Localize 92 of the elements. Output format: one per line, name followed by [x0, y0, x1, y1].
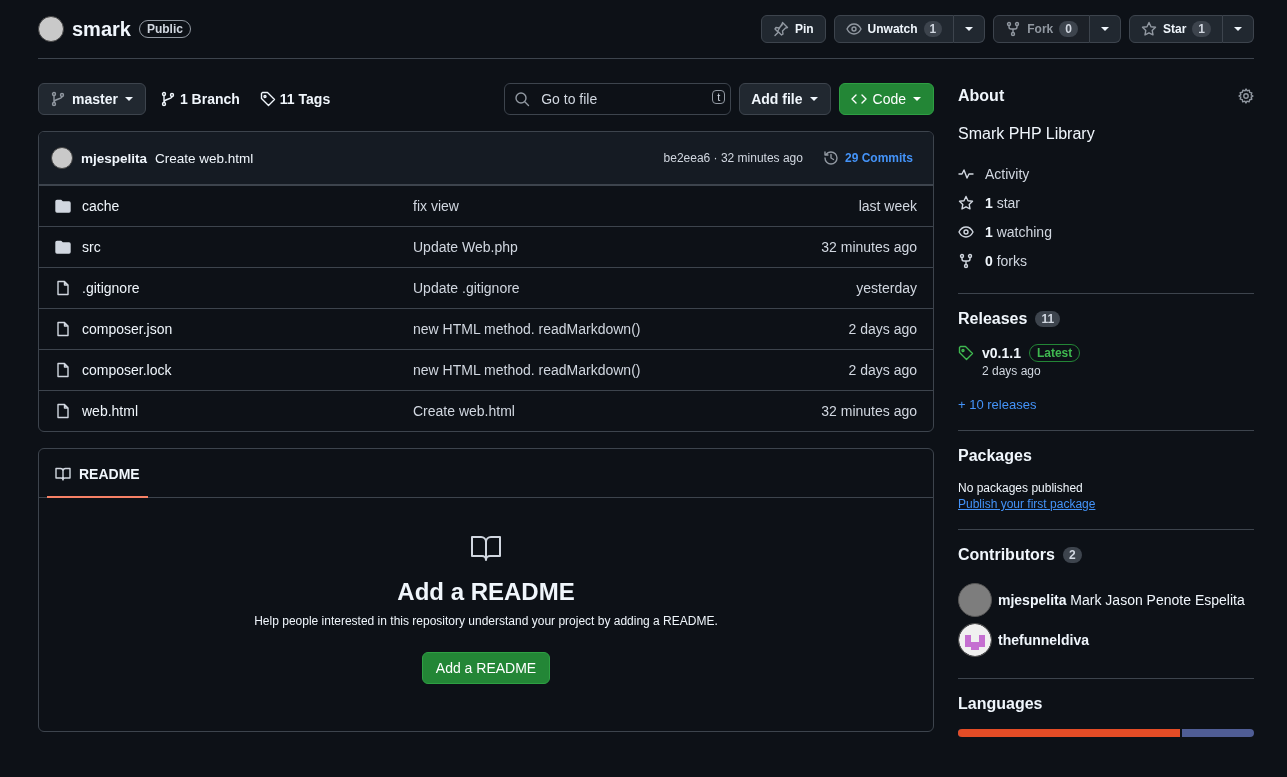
section-title: Packages — [958, 447, 1033, 465]
packages-text: No packages published — [958, 481, 1084, 495]
commit-time: last week — [858, 198, 917, 214]
avatar — [51, 147, 73, 169]
repo-name[interactable]: smark — [72, 17, 131, 41]
caret-icon — [808, 96, 819, 102]
repo-description: Smark PHP Library — [958, 125, 1096, 143]
caret-icon — [964, 26, 975, 32]
section-title: About — [958, 87, 1005, 105]
book-icon — [55, 466, 71, 482]
stat-link[interactable]: 0 forks — [985, 252, 1028, 269]
avatar — [958, 583, 992, 617]
caret-icon — [912, 96, 922, 102]
shortcut-key: t — [712, 90, 726, 104]
publish-link[interactable]: Publish your first package — [958, 497, 1096, 511]
stat-link[interactable]: Activity — [985, 165, 1030, 182]
counter: 1 — [923, 21, 943, 37]
star-icon — [1140, 21, 1157, 37]
caret-icon — [123, 96, 134, 102]
file-icon — [55, 403, 71, 419]
stat-link[interactable]: 1 star — [985, 194, 1021, 211]
star-icon — [958, 194, 974, 211]
fork-icon — [1005, 21, 1022, 37]
eye-icon — [845, 21, 862, 37]
commit-message[interactable]: fix view — [413, 198, 859, 214]
settings-icon — [1238, 88, 1254, 104]
commit-time: 32 minutes ago — [821, 403, 917, 419]
branch-icon — [50, 91, 66, 107]
release-time: 2 days ago — [982, 364, 1042, 378]
counter: 0 — [1059, 21, 1078, 37]
add-file-button[interactable]: Add file — [739, 83, 831, 115]
eye-icon — [958, 223, 974, 240]
watch-button[interactable]: Unwatch 1 — [833, 15, 955, 43]
commit-author[interactable]: mjespelita — [81, 150, 148, 166]
star-button[interactable]: Star 1 — [1128, 15, 1223, 43]
commit-time: 2 days ago — [848, 321, 917, 337]
commit-message[interactable]: new HTML method. readMarkdown() — [413, 362, 849, 378]
file-icon — [55, 280, 71, 296]
contributor-name[interactable]: thefunneldiva — [998, 632, 1089, 648]
dropdown-button[interactable] — [1089, 15, 1121, 43]
fork-icon — [958, 252, 974, 269]
caret-icon — [1099, 26, 1110, 32]
file-name[interactable]: .gitignore — [82, 280, 140, 296]
readme-text: Help people interested in this repository understand your project by adding a README. — [254, 614, 718, 628]
readme-title: Add a README — [397, 578, 575, 606]
avatar — [958, 623, 992, 657]
section-title: Releases — [958, 310, 1028, 328]
release-tag[interactable]: v0.1.1 — [982, 345, 1021, 361]
file-name[interactable]: cache — [82, 198, 120, 214]
file-icon — [55, 321, 71, 337]
tag-icon — [259, 91, 276, 107]
section-title: Contributors — [958, 546, 1055, 564]
commit-meta: be2eea6 · 32 minutes ago — [663, 151, 803, 165]
contributor-name[interactable]: mjespelita Mark Jason Penote Espelita — [998, 592, 1245, 608]
commit-message[interactable]: Update .gitignore — [413, 280, 857, 296]
file-name[interactable]: web.html — [82, 403, 139, 419]
search-icon — [514, 91, 531, 107]
add-readme-button[interactable]: Add a README — [421, 652, 551, 684]
pin-button[interactable]: Pin — [760, 15, 826, 43]
caret-icon — [1233, 26, 1243, 32]
folder-icon — [55, 239, 71, 255]
readme-tab[interactable]: README — [47, 466, 148, 498]
commit-time: 32 minutes ago — [821, 239, 917, 255]
branch-icon — [159, 91, 176, 107]
commit-message[interactable]: Create web.html — [413, 403, 822, 419]
tags-link[interactable]: 11 Tags — [253, 91, 337, 107]
stat-link[interactable]: 1 watching — [985, 223, 1052, 240]
commit-message[interactable]: Create web.html — [155, 150, 254, 166]
counter: 2 — [1062, 547, 1082, 563]
counter: 11 — [1035, 311, 1061, 327]
file-name[interactable]: composer.json — [82, 321, 173, 337]
commit-message[interactable]: Update Web.php — [413, 239, 822, 255]
code-button[interactable]: Code — [838, 83, 934, 115]
folder-icon — [55, 198, 71, 214]
dropdown-button[interactable] — [954, 15, 986, 43]
avatar — [38, 16, 64, 42]
commit-time: 2 days ago — [848, 362, 917, 378]
releases-link[interactable]: + 10 releases — [958, 397, 1037, 412]
commit-time: yesterday — [856, 280, 917, 296]
tag-icon — [958, 345, 974, 361]
file-icon — [55, 362, 71, 378]
commit-message[interactable]: new HTML method. readMarkdown() — [413, 321, 849, 337]
history-icon — [822, 150, 839, 166]
file-name[interactable]: composer.lock — [82, 362, 172, 378]
dropdown-button[interactable] — [1223, 15, 1254, 43]
file-name[interactable]: src — [82, 239, 101, 255]
branches-link[interactable]: 1 Branch — [153, 91, 246, 107]
branch-button[interactable]: master — [38, 83, 146, 115]
counter: 1 — [1192, 21, 1211, 37]
commits-link[interactable]: 29 Commits — [822, 150, 913, 166]
pin-icon — [772, 21, 789, 37]
section-title: Languages — [958, 695, 1044, 713]
